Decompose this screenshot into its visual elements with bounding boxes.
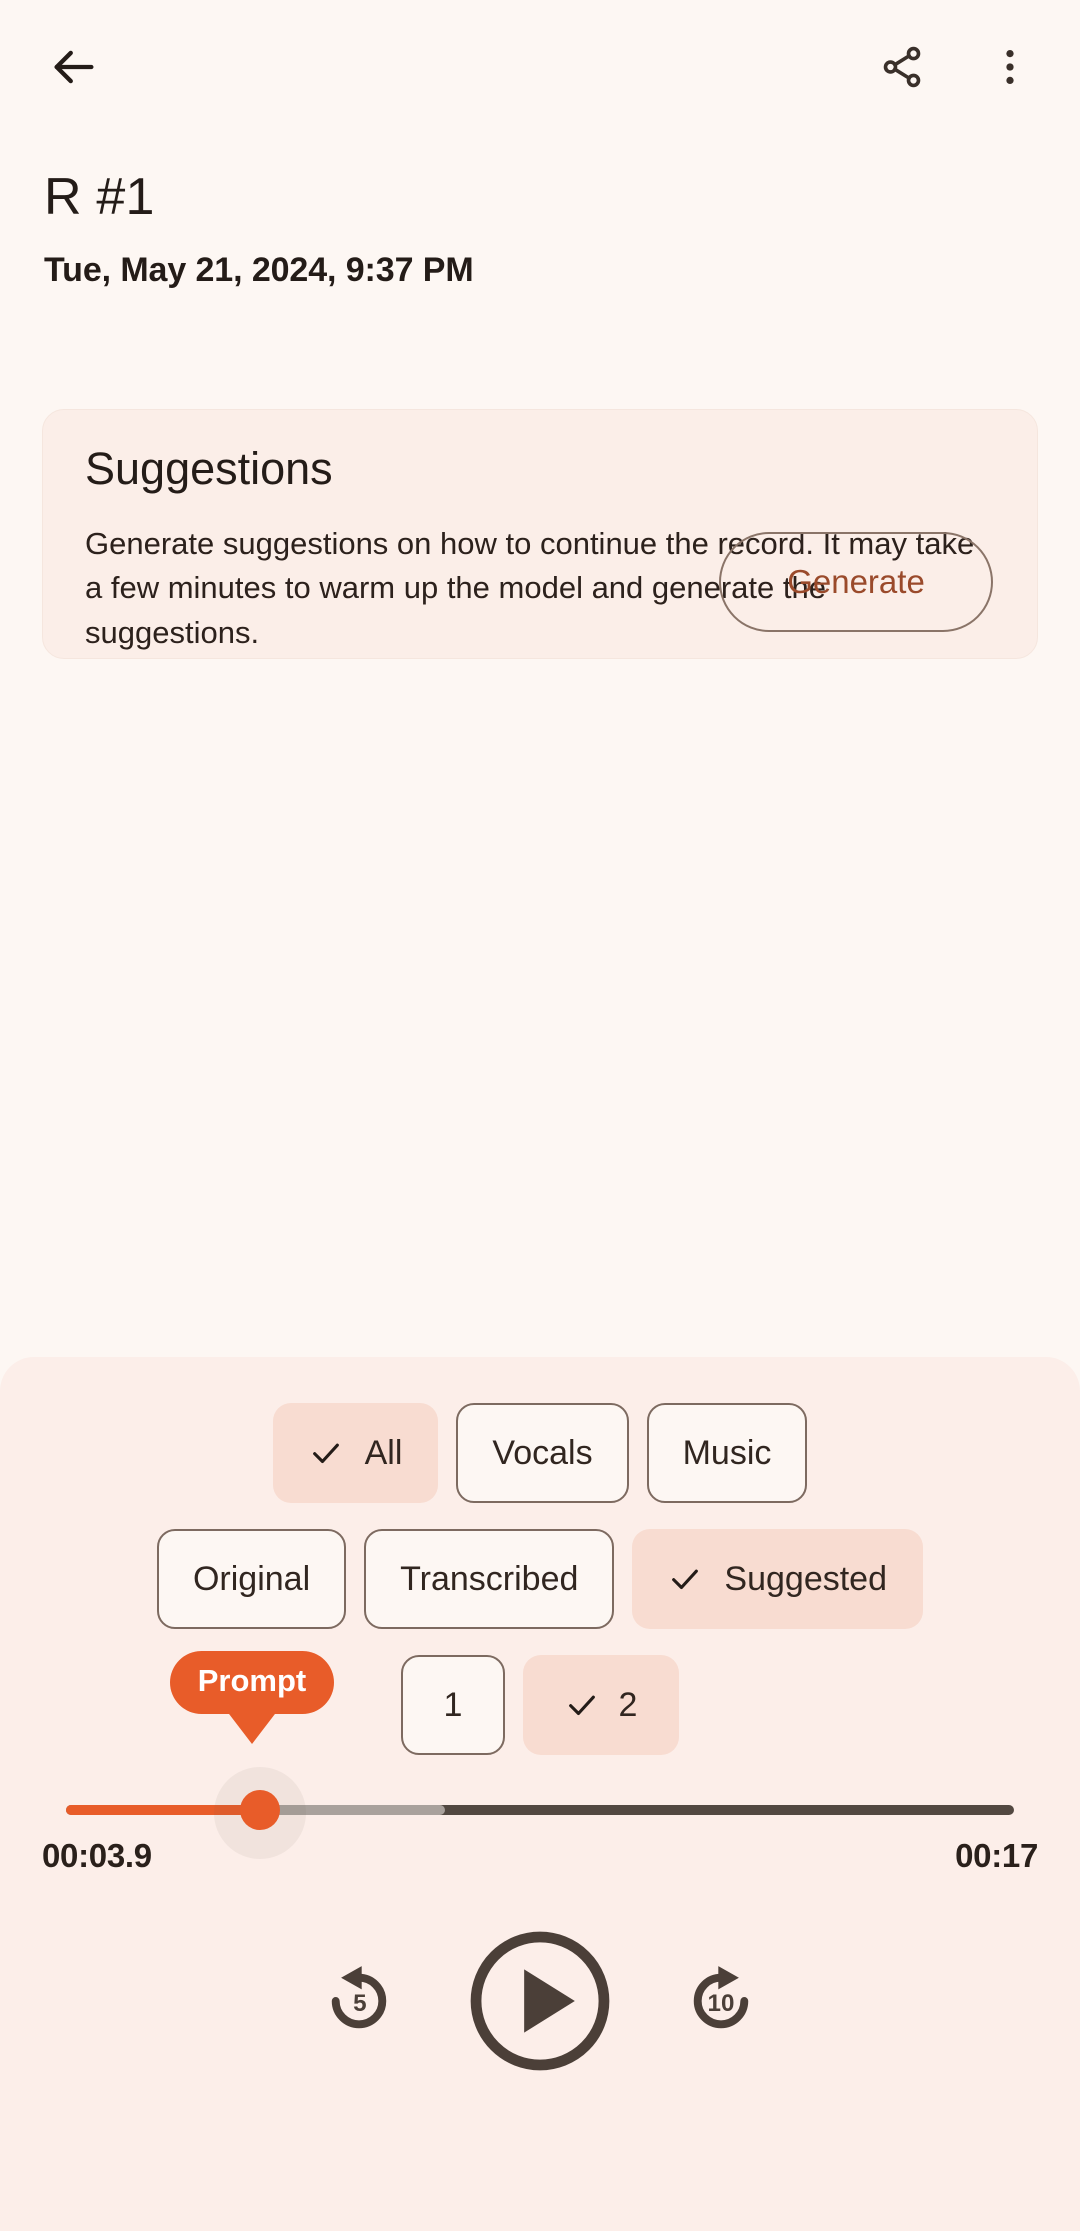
chip-all[interactable]: All bbox=[272, 1403, 439, 1503]
prompt-marker-tail bbox=[226, 1709, 278, 1744]
forward-10-button[interactable]: 10 bbox=[678, 1958, 764, 2047]
current-time: 00:03.9 bbox=[42, 1837, 152, 1874]
chip-label: Transcribed bbox=[400, 1559, 579, 1598]
svg-text:5: 5 bbox=[353, 1990, 366, 2017]
track-filter-row: All Vocals Music bbox=[0, 1403, 1080, 1503]
time-labels: 00:03.9 00:17 bbox=[0, 1837, 1080, 1875]
forward-10-icon: 10 bbox=[678, 1958, 764, 2047]
chip-suggestion-1[interactable]: 1 bbox=[401, 1655, 505, 1755]
check-icon bbox=[668, 1562, 702, 1596]
suggestions-card: Suggestions Generate suggestions on how … bbox=[42, 409, 1038, 659]
replay-5-icon: 5 bbox=[316, 1958, 402, 2047]
chip-suggestion-2[interactable]: 2 bbox=[523, 1655, 679, 1755]
svg-text:10: 10 bbox=[708, 1990, 735, 2017]
record-header: R #1 Tue, May 21, 2024, 9:37 PM bbox=[44, 170, 944, 290]
player-panel: All Vocals Music Original Transcribed Su… bbox=[0, 1357, 1080, 2231]
prompt-marker-label: Prompt bbox=[169, 1651, 335, 1714]
source-filter-row: Original Transcribed Suggested bbox=[0, 1529, 1080, 1629]
suggestions-title: Suggestions bbox=[85, 443, 333, 494]
play-icon bbox=[464, 1925, 616, 2080]
suggestion-index-row: 1 2 bbox=[0, 1655, 1080, 1755]
chip-music[interactable]: Music bbox=[646, 1403, 808, 1503]
chip-label: Original bbox=[192, 1559, 311, 1598]
share-button[interactable] bbox=[854, 20, 950, 116]
chip-label: 2 bbox=[618, 1685, 638, 1724]
prompt-marker[interactable]: Prompt bbox=[169, 1651, 335, 1744]
chip-vocals[interactable]: Vocals bbox=[456, 1403, 629, 1503]
app-screen: R #1 Tue, May 21, 2024, 9:37 PM Suggesti… bbox=[0, 0, 1080, 2231]
seek-track[interactable] bbox=[66, 1767, 1014, 1859]
page-title: R #1 bbox=[44, 168, 155, 226]
total-time: 00:17 bbox=[955, 1837, 1038, 1874]
more-vertical-icon bbox=[987, 44, 1033, 93]
app-bar bbox=[0, 0, 1080, 136]
seek-bar[interactable] bbox=[0, 1767, 1080, 1859]
chip-label: 1 bbox=[443, 1685, 463, 1724]
chip-label: Vocals bbox=[492, 1433, 593, 1472]
arrow-left-icon bbox=[48, 41, 100, 96]
share-icon bbox=[879, 44, 925, 93]
check-icon bbox=[309, 1436, 343, 1470]
suggestions-card-actions: Generate bbox=[719, 532, 993, 632]
replay-5-button[interactable]: 5 bbox=[316, 1958, 402, 2047]
back-button[interactable] bbox=[26, 20, 122, 116]
chip-label: Suggested bbox=[724, 1559, 888, 1598]
chip-transcribed[interactable]: Transcribed bbox=[364, 1529, 615, 1629]
app-bar-actions bbox=[854, 20, 1080, 116]
transport-controls: 5 10 bbox=[0, 1925, 1080, 2080]
chip-label: All bbox=[364, 1433, 403, 1472]
play-button[interactable] bbox=[464, 1925, 616, 2080]
chip-original[interactable]: Original bbox=[156, 1529, 347, 1629]
check-icon bbox=[565, 1688, 599, 1722]
overflow-menu-button[interactable] bbox=[962, 20, 1058, 116]
record-date: Tue, May 21, 2024, 9:37 PM bbox=[44, 250, 474, 289]
chip-label: Music bbox=[682, 1433, 772, 1472]
generate-button[interactable]: Generate bbox=[719, 532, 993, 632]
chip-suggested[interactable]: Suggested bbox=[632, 1529, 924, 1629]
